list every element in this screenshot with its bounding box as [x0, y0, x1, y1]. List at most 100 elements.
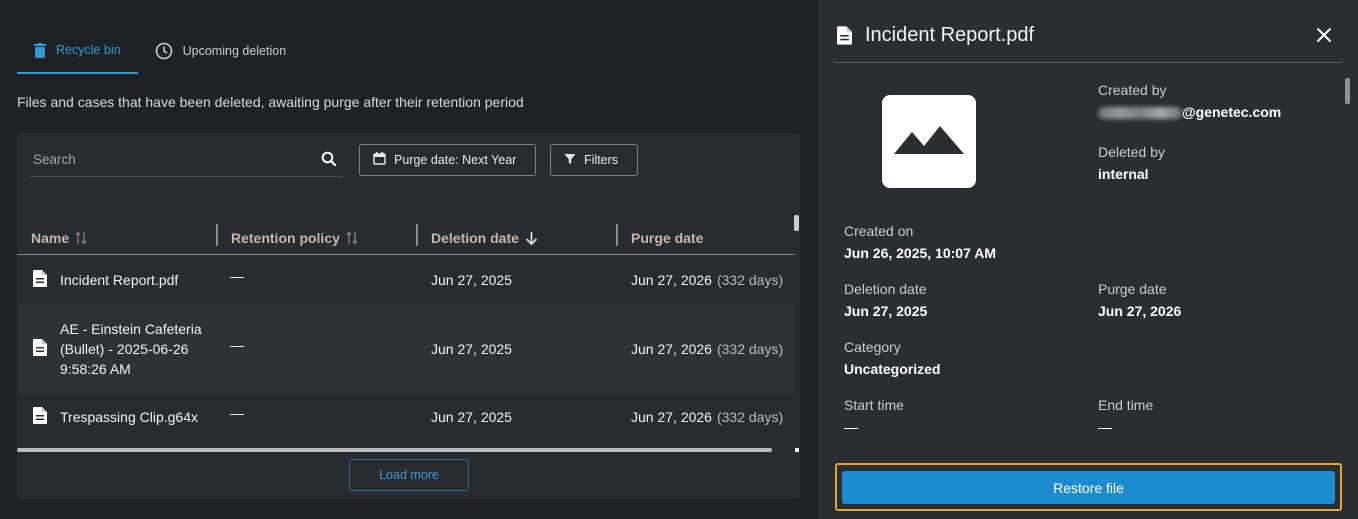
column-header-purge-date-label: Purge date — [631, 229, 704, 246]
horizontal-scrollbar-thumb[interactable] — [17, 448, 772, 452]
start-time-label: Start time — [844, 397, 904, 413]
load-more-button[interactable]: Load more — [349, 459, 469, 491]
deleted-by-label: Deleted by — [1098, 144, 1165, 160]
row-deletion-date: Jun 27, 2025 — [431, 272, 512, 288]
column-header-retention-label: Retention policy — [231, 229, 340, 246]
filters-button[interactable]: Filters — [550, 144, 638, 176]
horizontal-scrollbar[interactable] — [17, 447, 800, 453]
document-icon — [33, 270, 47, 290]
deleted-by-field: Deleted by internal — [1098, 144, 1165, 182]
column-header-name[interactable]: Name — [31, 221, 87, 254]
search-input[interactable] — [33, 152, 303, 167]
row-purge-days: (332 days) — [716, 340, 784, 357]
arrow-down-icon[interactable] — [525, 231, 538, 245]
search-box — [29, 145, 343, 177]
tab-recycle-bin[interactable]: Recycle bin — [17, 28, 138, 74]
row-purge-date: Jun 27, 2026 (332 days) — [631, 256, 783, 304]
purge-date-label: Purge date — [1098, 281, 1167, 297]
document-icon — [33, 407, 47, 427]
panel-header: Incident Report.pdf — [834, 0, 1342, 63]
trash-icon — [34, 42, 46, 58]
row-purge-days: (332 days) — [716, 409, 784, 425]
clock-icon — [155, 42, 173, 60]
row-retention: — — [230, 268, 244, 284]
column-header-retention[interactable]: Retention policy — [216, 221, 358, 254]
close-icon[interactable] — [1316, 27, 1332, 43]
row-deletion-date: Jun 27, 2025 — [431, 409, 512, 425]
row-purge-date-value: Jun 27, 2026 — [631, 272, 712, 288]
tab-bar: Recycle bin Upcoming deletion — [17, 28, 303, 74]
image-icon — [894, 124, 964, 159]
created-on-label: Created on — [844, 223, 914, 239]
page-description: Files and cases that have been deleted, … — [17, 94, 524, 110]
table-row[interactable]: Incident Report.pdf — Jun 27, 2025 Jun 2… — [17, 256, 795, 304]
deletion-date-label: Deletion date — [844, 281, 927, 297]
panel-title: Incident Report.pdf — [865, 24, 1034, 46]
filter-icon — [564, 153, 576, 168]
row-retention: — — [230, 405, 244, 421]
restore-focus-outline: Restore file — [835, 463, 1342, 511]
calendar-icon — [373, 152, 386, 168]
scrollbar-corner — [795, 448, 799, 452]
category-field: Category Uncategorized — [844, 339, 940, 377]
row-name-line: (Bullet) - 2025-06-26 — [60, 340, 189, 357]
row-retention: — — [230, 337, 244, 353]
file-thumbnail — [882, 95, 976, 188]
vertical-scrollbar[interactable] — [794, 215, 799, 231]
document-icon — [33, 338, 47, 359]
category-value: Uncategorized — [844, 361, 941, 377]
row-name-cell: Incident Report.pdf — [33, 256, 178, 304]
row-name: AE - Einstein Cafeteria (Bullet) - 2025-… — [60, 319, 202, 379]
column-divider — [616, 224, 618, 246]
search-icon[interactable] — [321, 151, 337, 172]
redacted-username — [1098, 107, 1182, 120]
category-label: Category — [844, 339, 901, 355]
purge-date-value: Jun 27, 2026 — [1098, 303, 1182, 319]
tab-recycle-bin-label: Recycle bin — [56, 43, 121, 57]
filters-label: Filters — [584, 153, 619, 167]
row-name: Trespassing Clip.g64x — [60, 409, 198, 425]
column-header-purge-date[interactable]: Purge date — [616, 221, 704, 254]
row-purge-days: (332 days) — [716, 272, 784, 288]
panel-scrollbar[interactable] — [1345, 78, 1350, 104]
restore-file-button[interactable]: Restore file — [842, 471, 1335, 504]
tab-upcoming-deletion-label: Upcoming deletion — [182, 44, 287, 58]
column-header-deletion-date[interactable]: Deletion date — [416, 221, 538, 254]
column-divider — [416, 224, 418, 246]
table-row[interactable]: Trespassing Clip.g64x — Jun 27, 2025 Jun… — [17, 393, 795, 441]
row-deletion-date: Jun 27, 2025 — [431, 340, 512, 357]
end-time-label: End time — [1098, 397, 1154, 413]
deleted-by-value: internal — [1098, 166, 1149, 182]
row-name-line: AE - Einstein Cafeteria — [60, 320, 202, 337]
end-time-value: — — [1098, 419, 1112, 435]
purge-date-filter-label: Purge date: Next Year — [394, 153, 517, 167]
row-name-cell: Trespassing Clip.g64x — [33, 393, 198, 441]
created-by-value: @genetec.com — [1098, 104, 1281, 120]
column-divider — [216, 224, 218, 246]
created-by-domain: @genetec.com — [1182, 104, 1282, 120]
row-purge-date: Jun 27, 2026 (332 days) — [631, 304, 783, 393]
files-table-card: Purge date: Next Year Filters Name Reten… — [17, 133, 800, 499]
created-by-label: Created by — [1098, 82, 1167, 98]
sort-icon[interactable] — [346, 230, 358, 245]
purge-date-filter-button[interactable]: Purge date: Next Year — [359, 144, 536, 176]
row-name-cell: AE - Einstein Cafeteria (Bullet) - 2025-… — [33, 304, 202, 393]
table-header: Name Retention policy Deletion date Purg… — [17, 221, 795, 255]
deletion-date-value: Jun 27, 2025 — [844, 303, 928, 319]
recycle-bin-main: Recycle bin Upcoming deletion Files and … — [0, 0, 818, 519]
row-purge-date-value: Jun 27, 2026 — [631, 340, 712, 357]
row-purge-date: Jun 27, 2026 (332 days) — [631, 393, 783, 441]
start-time-field: Start time — — [844, 397, 904, 435]
row-purge-date-value: Jun 27, 2026 — [631, 409, 712, 425]
deletion-date-field: Deletion date Jun 27, 2025 — [844, 281, 927, 319]
table-row[interactable]: AE - Einstein Cafeteria (Bullet) - 2025-… — [17, 304, 795, 393]
tab-upcoming-deletion[interactable]: Upcoming deletion — [138, 28, 304, 74]
created-on-field: Created on Jun 26, 2025, 10:07 AM — [844, 223, 996, 261]
sort-icon[interactable] — [75, 230, 87, 245]
file-details-panel: Incident Report.pdf Created by @genetec.… — [818, 0, 1358, 519]
row-name-line: 9:58:26 AM — [60, 360, 131, 377]
row-name: Incident Report.pdf — [60, 272, 179, 288]
start-time-value: — — [844, 419, 858, 435]
column-header-name-label: Name — [31, 229, 70, 246]
created-by-field: Created by @genetec.com — [1098, 82, 1281, 120]
